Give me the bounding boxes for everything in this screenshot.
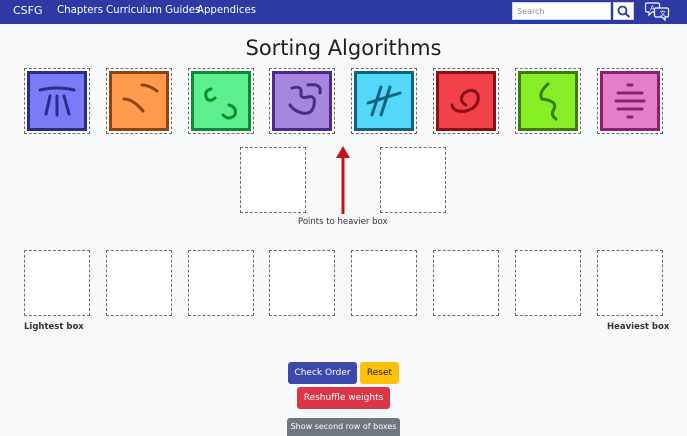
box-slot-2 [106, 68, 172, 134]
scale-caption: Points to heavier box [298, 217, 388, 227]
page-title: Sorting Algorithms [245, 36, 442, 60]
reset-button[interactable]: Reset [360, 362, 399, 384]
result-slot-5[interactable] [351, 250, 417, 316]
lightest-box-label: Lightest box [24, 322, 84, 332]
result-slot-3[interactable] [188, 250, 254, 316]
check-order-button[interactable]: Check Order [288, 362, 357, 384]
box-slot-4 [269, 68, 335, 134]
box-slot-1 [24, 68, 90, 134]
result-slot-6[interactable] [433, 250, 499, 316]
weight-box-8[interactable] [600, 71, 660, 131]
weight-box-4[interactable] [272, 71, 332, 131]
weight-box-2[interactable] [109, 71, 169, 131]
weight-box-3[interactable] [191, 71, 251, 131]
nav-link-appendices[interactable]: Appendices [197, 3, 256, 19]
navbar: CSFG Chapters Curriculum Guides Appendic… [0, 0, 687, 24]
box-slot-3 [188, 68, 254, 134]
heaviest-box-label: Heaviest box [607, 322, 670, 332]
box-slot-5 [351, 68, 417, 134]
result-slot-2[interactable] [106, 250, 172, 316]
search-icon [617, 5, 631, 18]
weight-box-5[interactable] [354, 71, 414, 131]
weight-box-1[interactable] [27, 71, 87, 131]
heavier-arrow-icon [336, 146, 350, 214]
translate-icon[interactable]: A 文 [644, 1, 670, 22]
result-slot-8[interactable] [597, 250, 663, 316]
search-input[interactable] [512, 2, 611, 20]
svg-text:文: 文 [660, 9, 667, 18]
search-button[interactable] [613, 2, 634, 20]
scale-slot-left[interactable] [240, 147, 306, 213]
result-slot-1[interactable] [24, 250, 90, 316]
box-slot-6 [433, 68, 499, 134]
nav-link-chapters[interactable]: Chapters [57, 3, 103, 19]
nav-link-curriculum-guides[interactable]: Curriculum Guides [106, 3, 200, 19]
box-slot-7 [515, 68, 581, 134]
result-slot-7[interactable] [515, 250, 581, 316]
weight-box-7[interactable] [518, 71, 578, 131]
brand-link[interactable]: CSFG [13, 3, 43, 19]
box-slot-8 [597, 68, 663, 134]
reshuffle-weights-button[interactable]: Reshuffle weights [297, 387, 390, 409]
show-second-row-button[interactable]: Show second row of boxes [287, 418, 400, 436]
result-slot-4[interactable] [269, 250, 335, 316]
scale-slot-right[interactable] [380, 147, 446, 213]
weight-box-6[interactable] [436, 71, 496, 131]
